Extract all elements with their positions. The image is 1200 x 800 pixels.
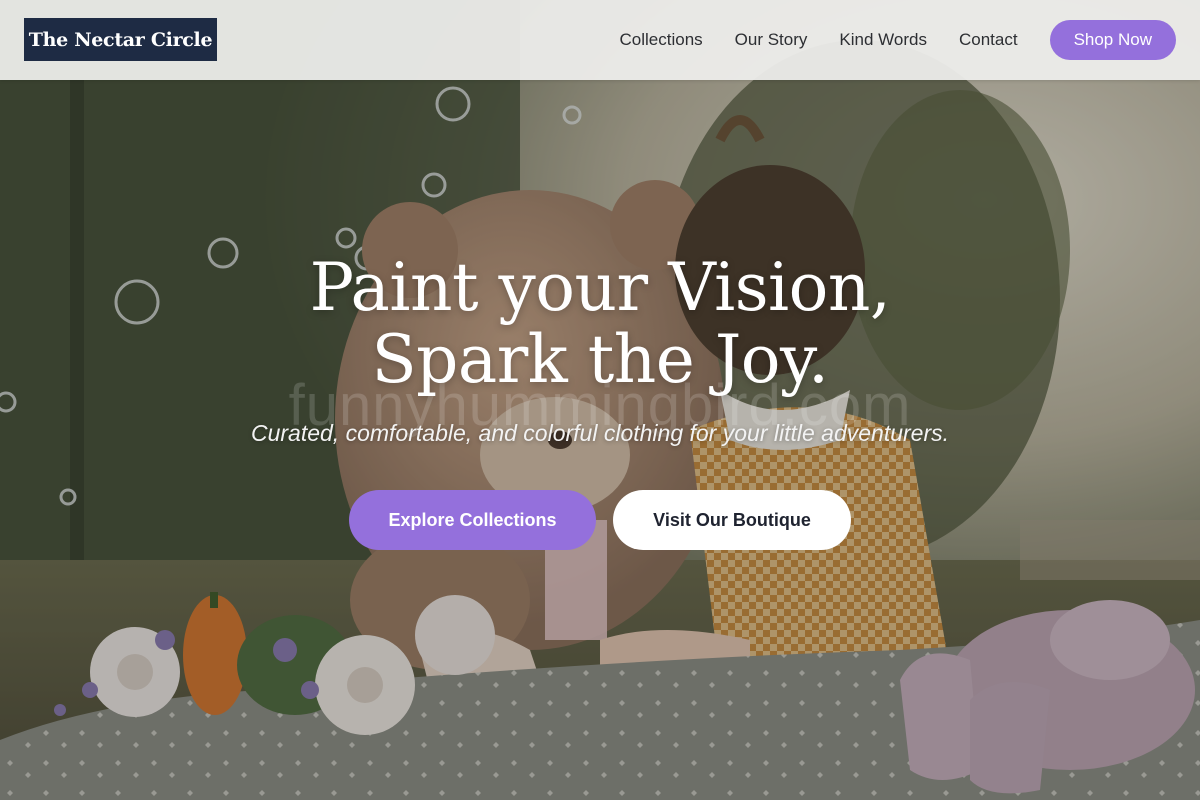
site-logo[interactable]: The Nectar Circle [24,18,217,61]
shop-now-button[interactable]: Shop Now [1049,20,1176,60]
hero-section: funnyhummingbird.com The Nectar Circle C… [0,0,1200,800]
explore-collections-button[interactable]: Explore Collections [349,490,596,550]
nav-link-collections[interactable]: Collections [620,30,703,50]
headline-line-1: Paint your Vision, [309,249,891,326]
hero-tagline: Curated, comfortable, and colorful cloth… [250,420,950,446]
main-nav: Collections Our Story Kind Words Contact… [620,20,1176,60]
site-header: The Nectar Circle Collections Our Story … [0,0,1200,80]
visit-boutique-button[interactable]: Visit Our Boutique [613,490,851,550]
nav-link-our-story[interactable]: Our Story [735,30,808,50]
hero-headline: Paint your Vision, Spark the Joy. [0,252,1200,396]
nav-link-contact[interactable]: Contact [959,30,1018,50]
headline-line-2: Spark the Joy. [371,321,829,398]
nav-link-kind-words[interactable]: Kind Words [839,30,927,50]
